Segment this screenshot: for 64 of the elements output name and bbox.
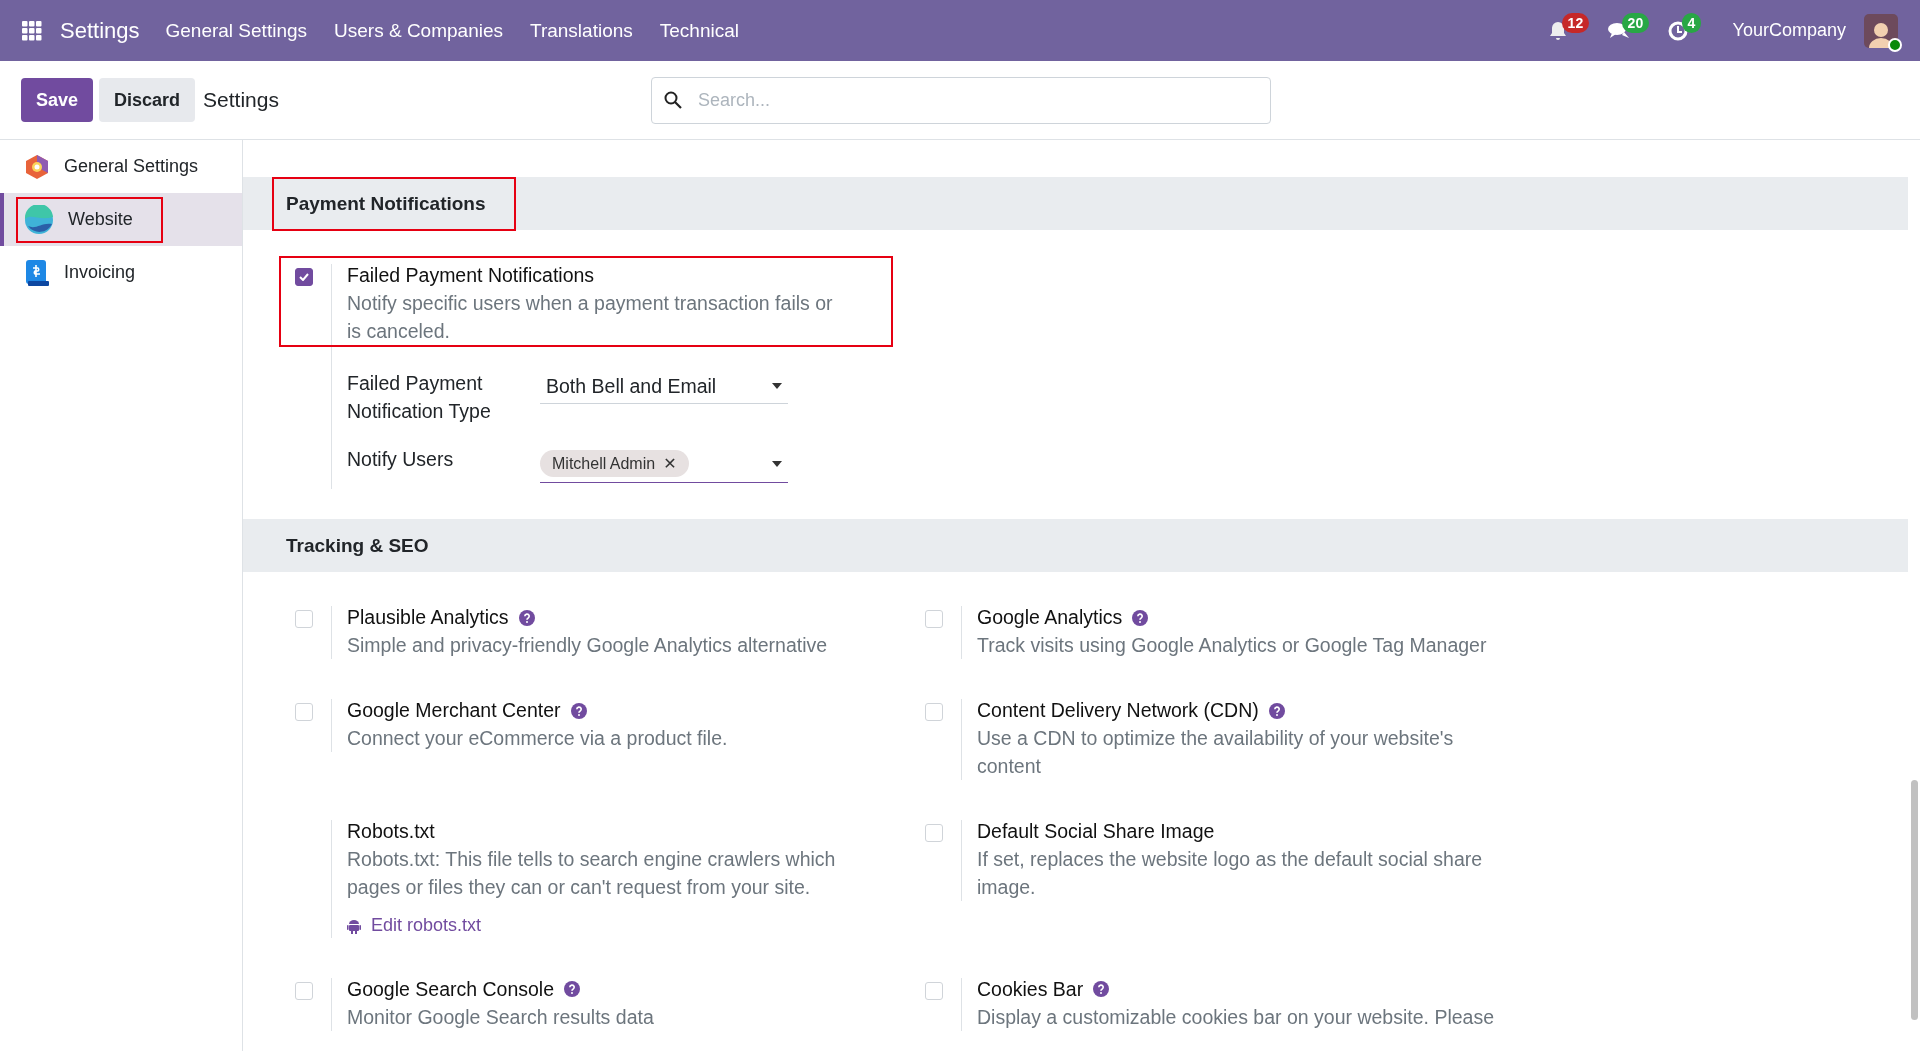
setting-title: Google Search Console (347, 977, 581, 1001)
setting-title: Plausible Analytics (347, 606, 535, 629)
company-name[interactable]: YourCompany (1732, 20, 1846, 41)
setting-title: Content Delivery Network (CDN) (977, 699, 1285, 722)
help-icon[interactable] (518, 609, 535, 626)
app-name[interactable]: Settings (60, 17, 140, 44)
save-button[interactable]: Save (21, 78, 94, 122)
sidebar-item[interactable]: General Settings (0, 140, 242, 193)
setting-title: Default Social Share Image (977, 820, 1215, 843)
help-icon[interactable] (564, 981, 581, 997)
setting-description: Robots.txt: This file tells to search engine crawlers which pages or files they can or can't request from your site. (347, 847, 837, 900)
caret-icon (772, 460, 782, 467)
scrollbar[interactable] (1910, 780, 1918, 1020)
setting-description: Monitor Google Search results data (347, 1004, 654, 1030)
search-field[interactable]: Search... (651, 76, 1271, 124)
globe-icon (24, 204, 54, 235)
sidebar-item[interactable]: Invoicing (0, 246, 242, 299)
robot-icon (347, 917, 361, 934)
apps-menu-icon[interactable] (22, 20, 42, 41)
count-badge: 20 (1621, 12, 1650, 33)
setting-description: Simple and privacy-friendly Google Analytics alternative (347, 633, 828, 658)
setting-description: Notify specific users when a payment transaction fails or is canceled. (347, 291, 834, 344)
remove-tag-button[interactable]: ✕ (663, 454, 677, 473)
caret-icon (772, 383, 782, 389)
menu-item[interactable]: Users & Companies (334, 19, 503, 42)
menu-item[interactable]: General Settings (165, 19, 308, 42)
menu-item[interactable]: Translations (530, 19, 633, 42)
setting-description: If set, replaces the website logo as the default social share image. (977, 847, 1484, 900)
help-icon[interactable] (1268, 702, 1285, 719)
clock-icon[interactable] (1666, 19, 1689, 42)
field-label: Notify Users (347, 447, 455, 472)
edit-robots-link[interactable]: Edit robots.txt (347, 915, 482, 936)
setting-title: Cookies Bar (977, 977, 1110, 1001)
sidebar-label: Invoicing (64, 262, 136, 283)
invoice-icon (24, 258, 50, 287)
setting-description: Display a customizable cookies bar on your website. Please (977, 1004, 1494, 1030)
check-icon (299, 273, 309, 281)
setting-title: Robots.txt (347, 820, 435, 843)
help-icon[interactable] (1093, 981, 1110, 997)
count-badge: 4 (1681, 12, 1702, 33)
help-icon[interactable] (570, 702, 587, 719)
setting-title: Google Analytics (977, 606, 1149, 629)
hexagon-icon (24, 153, 50, 180)
discard-button[interactable]: Discard (99, 78, 196, 122)
setting-description: Track visits using Google Analytics or Google Tag Manager (977, 633, 1487, 658)
users-field[interactable]: Mitchell Admin ✕ (540, 445, 788, 483)
setting-title: Failed Payment Notifications (347, 264, 595, 287)
sidebar-item[interactable]: Website (0, 193, 242, 246)
setting-title: Google Merchant Center (347, 699, 587, 722)
count-badge: 12 (1561, 12, 1590, 33)
select-field[interactable]: Both Bell and Email (540, 369, 788, 404)
search-icon (664, 90, 682, 109)
setting-description: Use a CDN to optimize the availability of your website's content (977, 726, 1455, 779)
help-icon[interactable] (1132, 609, 1149, 626)
checkbox[interactable] (295, 268, 313, 286)
section-title: Payment Notifications (272, 176, 516, 231)
sidebar-label: General Settings (64, 156, 199, 177)
page-title: Settings (203, 88, 279, 112)
setting-description: Connect your eCommerce via a product file. (347, 726, 728, 751)
field-label: Failed Payment Notification Type (347, 371, 492, 424)
section-title: Tracking & SEO (285, 533, 430, 558)
tag-label: Mitchell Admin (552, 454, 656, 473)
menu-item[interactable]: Technical (659, 19, 739, 42)
sidebar-label: Website (68, 209, 133, 230)
